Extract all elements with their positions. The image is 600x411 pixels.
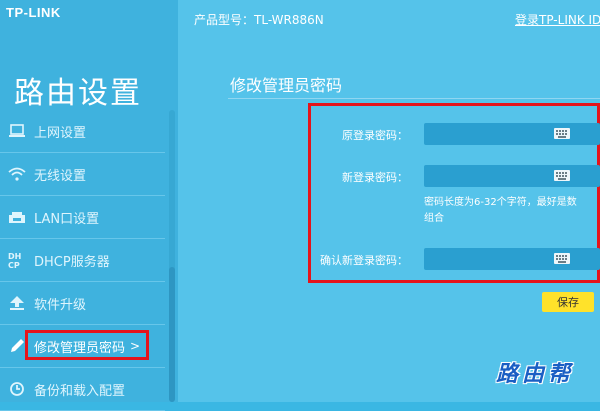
sidebar-item-label: DHCP服务器 bbox=[34, 254, 110, 270]
confirm-password-label: 确认新登录密码： bbox=[320, 254, 408, 267]
laptop-icon bbox=[6, 120, 28, 142]
model-value: TL-WR886N bbox=[254, 13, 324, 27]
dhcp-icon: DH CP bbox=[6, 249, 28, 271]
save-button[interactable]: 保存 bbox=[542, 292, 594, 312]
sidebar-scrollbar[interactable] bbox=[169, 110, 175, 402]
watermark-logo: 路由帮 bbox=[496, 362, 575, 387]
highlight-box bbox=[25, 330, 149, 360]
sidebar-item-dhcp[interactable]: DH CP DHCP服务器 bbox=[0, 239, 165, 282]
password-hint-line: 密码长度为6-32个字符，最好是数 bbox=[424, 197, 577, 208]
sidebar-nav: 上网设置 无线设置 LAN口设置 DH CP DHCP服务器 软件升级 修改管理… bbox=[0, 110, 165, 411]
sidebar-item-label: 无线设置 bbox=[34, 168, 87, 184]
upload-icon bbox=[6, 292, 28, 314]
sidebar-item-wireless[interactable]: 无线设置 bbox=[0, 153, 165, 196]
svg-text:DH: DH bbox=[8, 252, 21, 261]
section-title: 修改管理员密码 bbox=[230, 76, 343, 95]
model-label: 产品型号： bbox=[194, 13, 255, 27]
divider bbox=[228, 98, 600, 99]
sidebar-item-backup[interactable]: 备份和载入配置 bbox=[0, 368, 165, 411]
page-title: 路由设置 bbox=[14, 76, 142, 111]
old-password-input[interactable] bbox=[424, 123, 600, 145]
new-password-label: 新登录密码： bbox=[342, 171, 408, 184]
keyboard-icon[interactable] bbox=[554, 128, 570, 139]
main-panel: 产品型号：TL-WR886N 登录TP-LINK ID 修改管理员密码 原登录密… bbox=[178, 0, 600, 402]
sidebar: TP-LINK 路由设置 上网设置 无线设置 LAN口设置 DH CP DHCP服… bbox=[0, 0, 178, 411]
history-icon bbox=[6, 378, 28, 400]
sidebar-item-label: 上网设置 bbox=[34, 125, 87, 141]
scrollbar-thumb[interactable] bbox=[169, 267, 175, 402]
sidebar-item-label: 软件升级 bbox=[34, 297, 87, 313]
old-password-label: 原登录密码： bbox=[342, 129, 408, 142]
keyboard-icon[interactable] bbox=[554, 170, 570, 181]
keyboard-icon[interactable] bbox=[554, 253, 570, 264]
login-tplink-id-link[interactable]: 登录TP-LINK ID bbox=[515, 11, 600, 28]
sidebar-item-internet[interactable]: 上网设置 bbox=[0, 110, 165, 153]
sidebar-item-label: LAN口设置 bbox=[34, 211, 100, 227]
confirm-password-input[interactable] bbox=[424, 248, 600, 270]
lan-port-icon bbox=[6, 206, 28, 228]
tp-link-logo: TP-LINK bbox=[6, 5, 61, 20]
sidebar-item-change-password[interactable]: 修改管理员密码 > bbox=[0, 325, 165, 368]
model-info: 产品型号：TL-WR886N bbox=[194, 11, 324, 28]
wifi-icon bbox=[6, 163, 28, 185]
new-password-input[interactable] bbox=[424, 165, 600, 187]
sidebar-item-lan[interactable]: LAN口设置 bbox=[0, 196, 165, 239]
sidebar-item-upgrade[interactable]: 软件升级 bbox=[0, 282, 165, 325]
svg-text:CP: CP bbox=[8, 261, 20, 269]
password-hint: 密码长度为6-32个字符，最好是数 组合 bbox=[424, 195, 600, 227]
password-hint-line: 组合 bbox=[424, 213, 444, 224]
sidebar-item-label: 备份和载入配置 bbox=[34, 383, 126, 399]
